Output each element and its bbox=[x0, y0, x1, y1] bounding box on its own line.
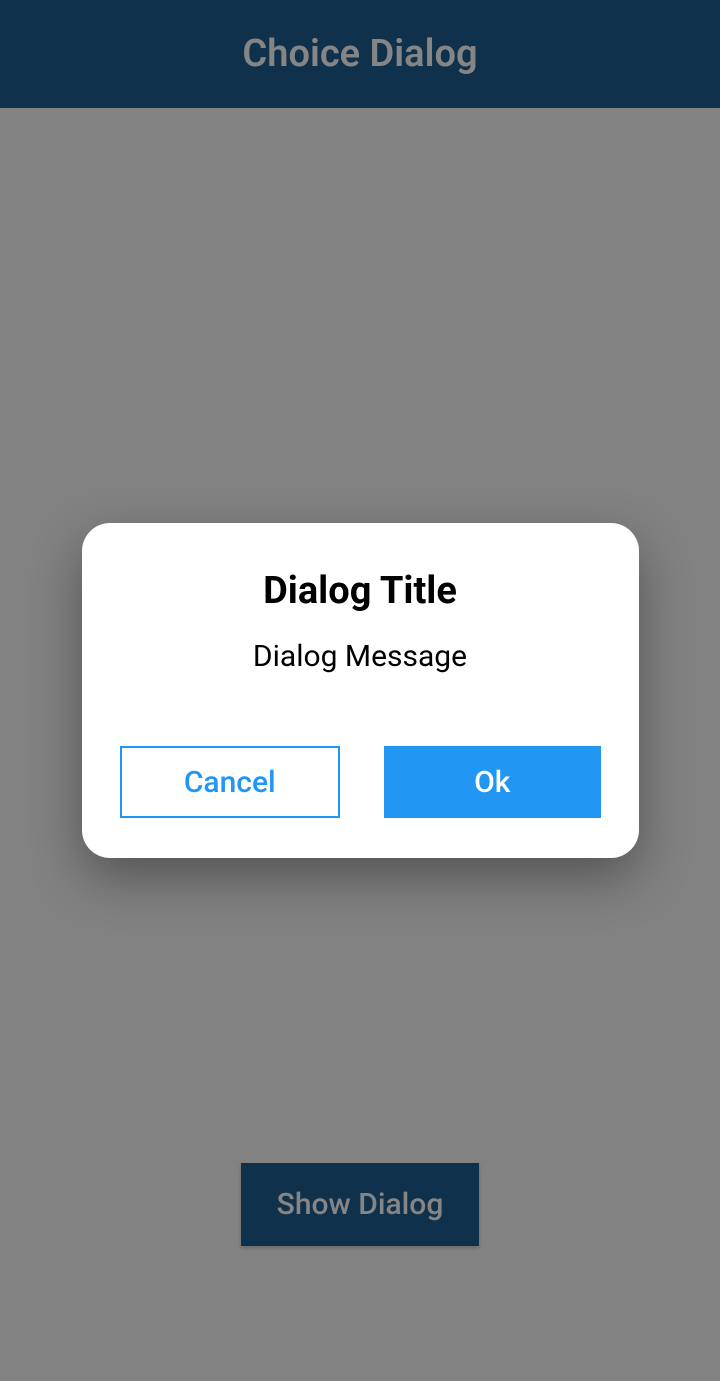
ok-button[interactable]: Ok bbox=[384, 746, 601, 818]
modal-overlay[interactable]: Dialog Title Dialog Message Cancel Ok bbox=[0, 0, 720, 1381]
dialog-actions: Cancel Ok bbox=[120, 746, 601, 818]
dialog-title: Dialog Title bbox=[263, 569, 457, 613]
cancel-button[interactable]: Cancel bbox=[120, 746, 341, 818]
dialog: Dialog Title Dialog Message Cancel Ok bbox=[82, 523, 639, 858]
dialog-message: Dialog Message bbox=[253, 639, 467, 674]
